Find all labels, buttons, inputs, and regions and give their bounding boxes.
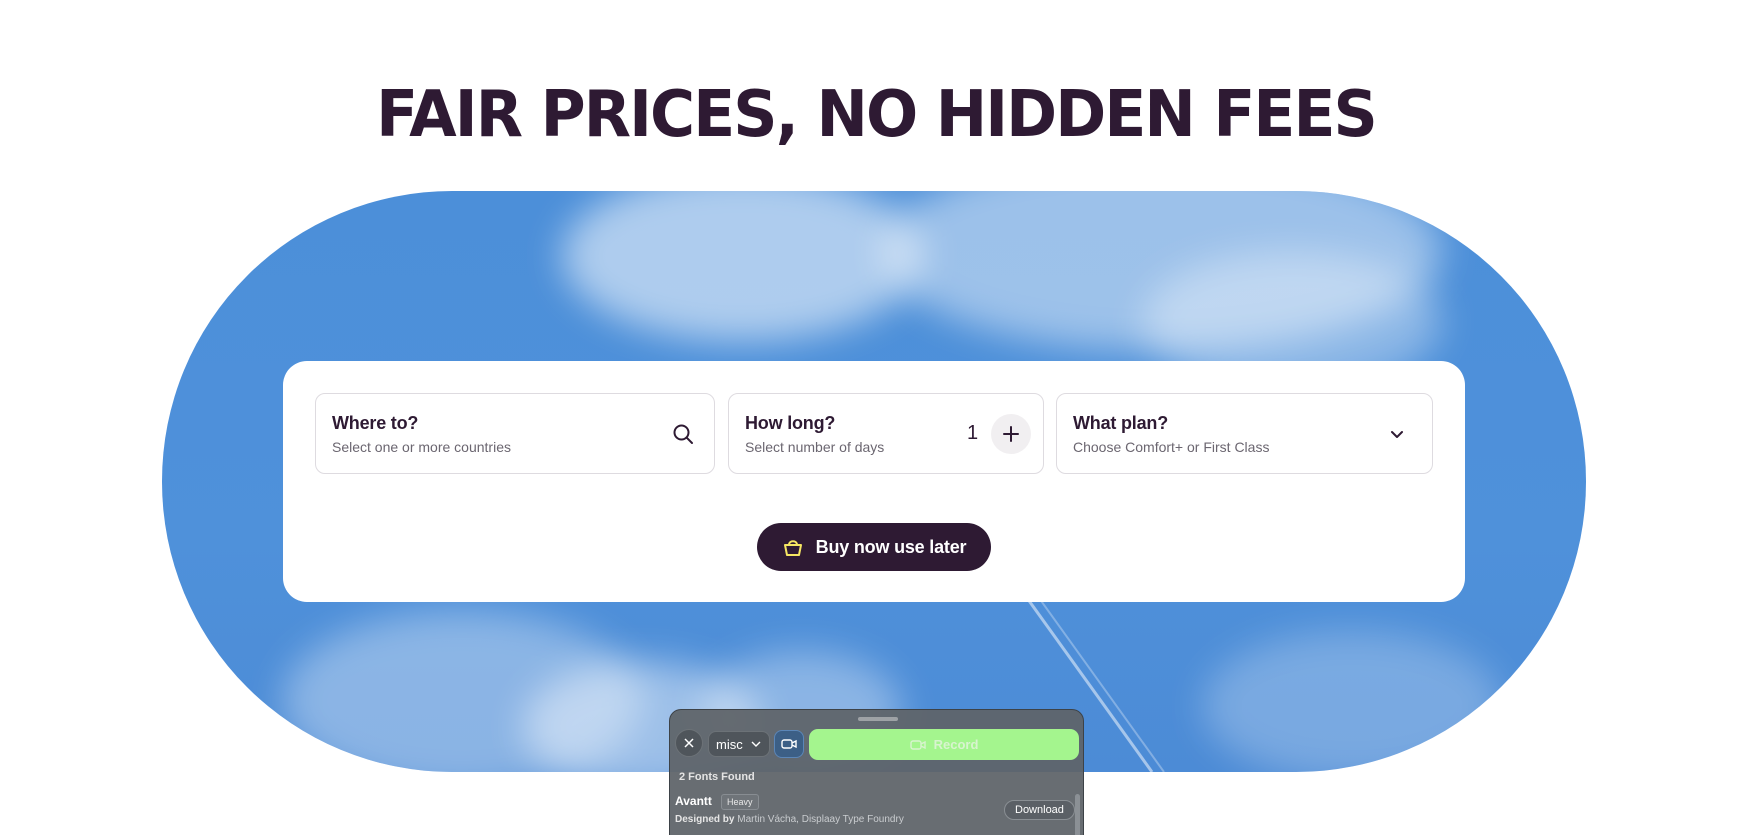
increment-days-button[interactable] — [991, 414, 1031, 454]
video-camera-icon — [909, 739, 926, 750]
duration-title: How long? — [745, 413, 836, 433]
font-weight-badge: Heavy — [721, 794, 759, 810]
close-button[interactable] — [675, 729, 703, 757]
font-name: Avantt — [675, 794, 712, 808]
duration-subtitle: Select number of days — [745, 439, 885, 455]
record-button[interactable]: Record — [809, 729, 1079, 760]
plus-icon — [1003, 426, 1019, 442]
plan-subtitle: Choose Comfort+ or First Class — [1073, 439, 1270, 455]
basket-icon — [783, 540, 802, 556]
fonts-found-count: 2 Fonts Found — [679, 771, 755, 783]
drag-handle[interactable] — [858, 717, 898, 721]
chevron-down-icon — [1391, 431, 1403, 438]
buy-now-label: Buy now use later — [815, 536, 967, 557]
destination-title: Where to? — [332, 413, 419, 433]
font-recorder-panel: misc Record 2 Fonts Found Avantt Heavy D… — [669, 709, 1084, 835]
chevron-down-icon — [751, 741, 761, 747]
download-button[interactable]: Download — [1004, 800, 1075, 820]
plan-select[interactable]: What plan? Choose Comfort+ or First Clas… — [1056, 393, 1433, 474]
close-icon — [684, 738, 694, 748]
category-select[interactable]: misc — [708, 731, 770, 757]
record-label: Record — [933, 737, 979, 752]
destination-field[interactable]: Where to? Select one or more countries — [315, 393, 715, 474]
designer-name: Martin Vácha, Displaay Type Foundry — [737, 814, 904, 825]
page-headline: FAIR PRICES, NO HIDDEN FEES — [376, 78, 1378, 152]
duration-field[interactable]: How long? Select number of days 1 — [728, 393, 1044, 474]
booking-card: Where to? Select one or more countries H… — [283, 361, 1465, 602]
plan-title: What plan? — [1073, 413, 1168, 433]
font-designer: Designed by Martin Vácha, Displaay Type … — [675, 814, 904, 825]
video-mode-button[interactable] — [774, 730, 804, 758]
search-icon[interactable] — [672, 423, 694, 445]
video-camera-icon — [781, 739, 797, 749]
destination-subtitle: Select one or more countries — [332, 439, 511, 455]
category-value: misc — [716, 736, 743, 752]
buy-now-button[interactable]: Buy now use later — [757, 523, 991, 571]
scrollbar[interactable] — [1075, 794, 1080, 835]
designed-by-label: Designed by — [675, 814, 735, 825]
days-value: 1 — [967, 422, 979, 444]
page: FAIR PRICES, NO HIDDEN FEES Where to? Se… — [0, 0, 1752, 835]
